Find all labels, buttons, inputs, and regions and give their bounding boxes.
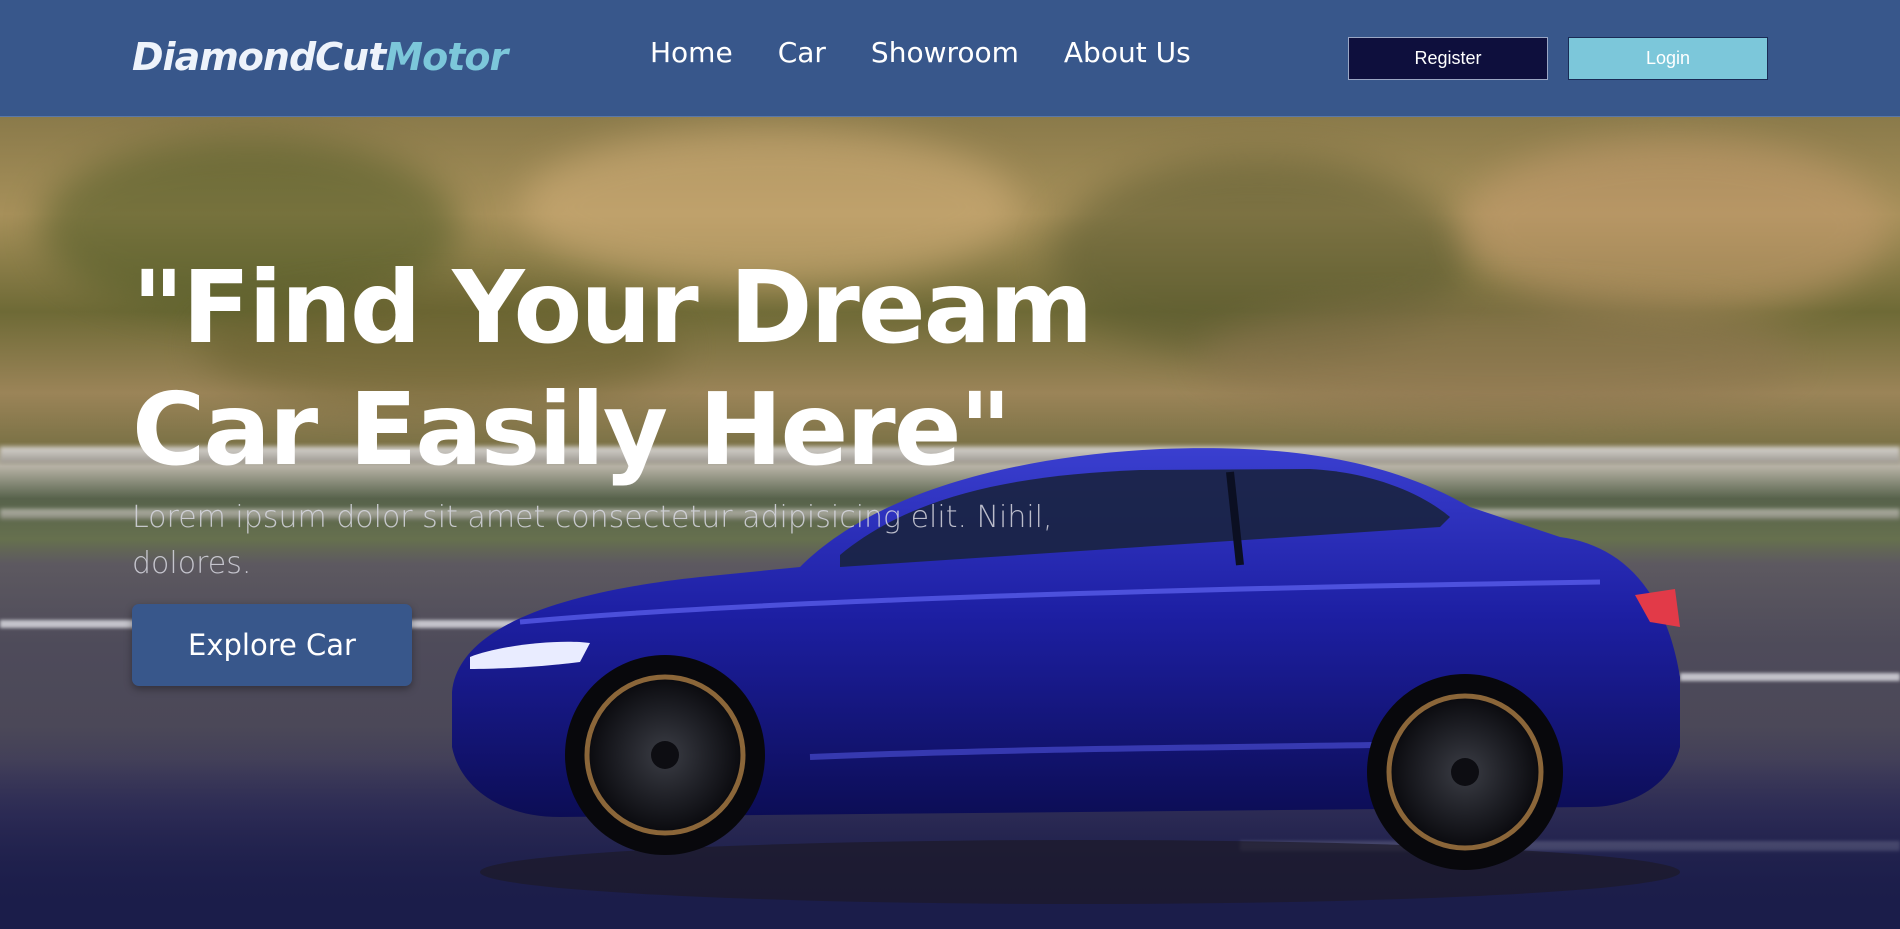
login-button[interactable]: Login	[1568, 37, 1768, 80]
hero-section: "Find Your Dream Car Easily Here" Lorem …	[0, 117, 1900, 929]
nav-link-showroom[interactable]: Showroom	[871, 36, 1019, 69]
explore-car-button[interactable]: Explore Car	[132, 604, 412, 686]
site-header: DiamondCutMotor Home Car Showroom About …	[0, 0, 1900, 117]
nav-link-car[interactable]: Car	[778, 36, 826, 69]
site-logo[interactable]: DiamondCutMotor	[132, 35, 508, 79]
nav-link-about-us[interactable]: About Us	[1064, 36, 1191, 69]
register-button[interactable]: Register	[1348, 37, 1548, 80]
logo-accent-text: Motor	[385, 35, 508, 79]
logo-primary-text: DiamondCut	[132, 35, 386, 79]
hero-subtext: Lorem ipsum dolor sit amet consectetur a…	[132, 500, 1053, 581]
hero-headline: "Find Your Dream Car Easily Here"	[132, 249, 1093, 488]
nav-link-home[interactable]: Home	[650, 36, 733, 69]
main-nav: Home Car Showroom About Us	[650, 36, 1191, 69]
